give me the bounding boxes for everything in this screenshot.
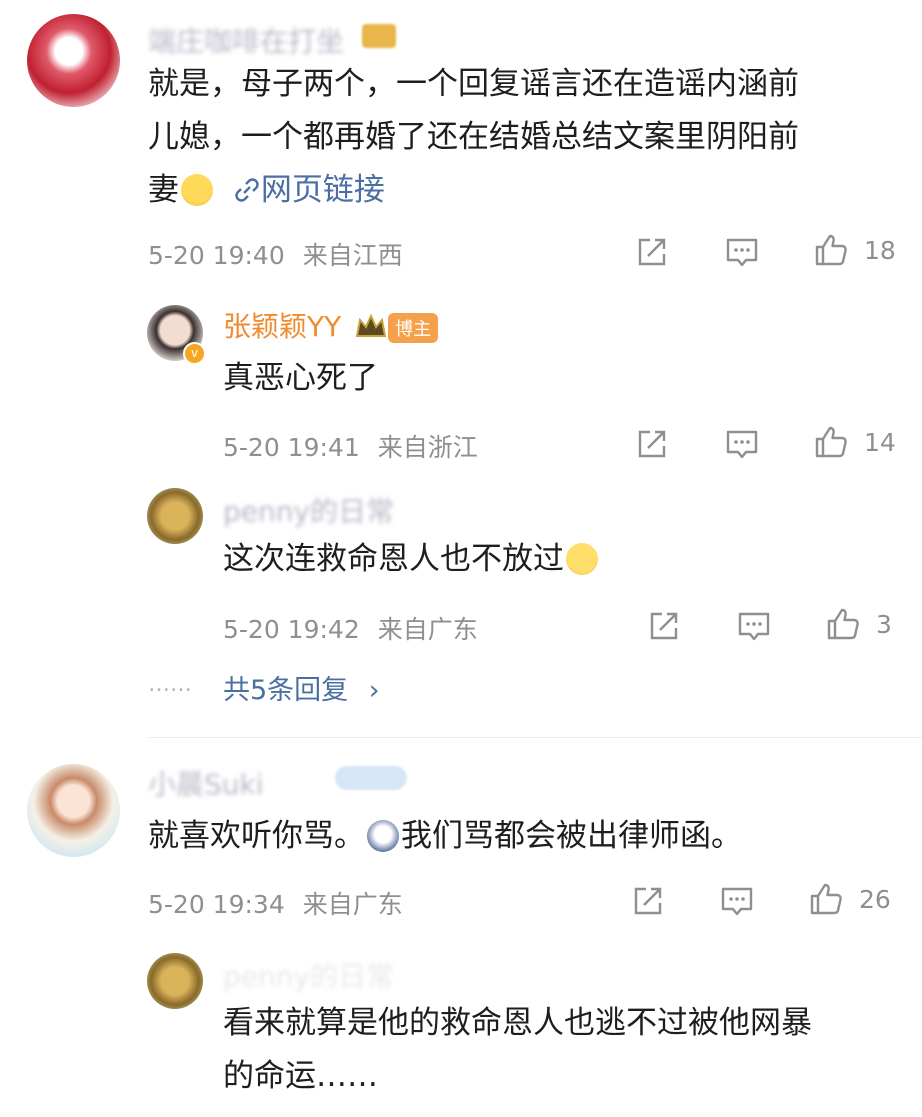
comment-text-line-last: 妻 网页链接 — [148, 164, 888, 217]
chevron-right-icon: › — [368, 675, 380, 706]
comment-text-line: 的命运…… — [223, 1058, 378, 1094]
comment-icon[interactable] — [736, 608, 772, 644]
thumbs-up-icon[interactable] — [825, 606, 861, 642]
web-link[interactable]: 网页链接 — [225, 172, 385, 208]
grinning-emoji-icon — [566, 543, 598, 575]
share-icon[interactable] — [630, 883, 666, 919]
share-icon[interactable] — [646, 608, 682, 644]
comment-text-fragment: 这次连救命恩人也不放过 — [223, 541, 564, 577]
more-replies-dots: …… — [148, 672, 192, 697]
location: 来自广东 — [377, 615, 478, 644]
divider — [148, 737, 922, 738]
like-count: 3 — [876, 610, 892, 639]
comment-text-fragment: 就喜欢听你骂。 — [148, 818, 365, 854]
web-link-label[interactable]: 网页链接 — [261, 172, 385, 208]
link-icon — [235, 178, 259, 202]
thumbs-up-icon[interactable] — [813, 232, 849, 268]
more-replies-label[interactable]: 共5条回复 — [223, 675, 348, 706]
comment-text-fragment: 妻 — [148, 172, 179, 208]
crown-icon — [355, 313, 387, 337]
comment-text-line: 儿媳，一个都再婚了还在结婚总结文案里阴阳前 — [148, 119, 799, 155]
comment-icon[interactable] — [719, 883, 755, 919]
comment-text-fragment: 我们骂都会被出律师函。 — [401, 818, 742, 854]
timestamp: 5-20 19:40 — [148, 241, 285, 270]
comment-text: 就喜欢听你骂。 我们骂都会被出律师函。 — [148, 810, 742, 863]
avatar[interactable] — [27, 14, 120, 107]
avatar[interactable] — [147, 953, 203, 1009]
thumbs-up-icon[interactable] — [813, 424, 849, 460]
comment-text-line: 看来就算是他的救命恩人也逃不过被他网暴 — [223, 1005, 812, 1041]
share-icon[interactable] — [634, 426, 670, 462]
avatar[interactable] — [147, 488, 203, 544]
like-count: 14 — [864, 428, 896, 457]
status-badge: 博主 — [388, 313, 439, 343]
comment-text: 真恶心死了 — [223, 360, 378, 396]
location: 来自广东 — [302, 890, 403, 919]
crown-icon — [362, 24, 396, 48]
comment-meta: 5-20 19:34 来自广东 — [148, 885, 403, 921]
location: 来自江西 — [302, 241, 403, 270]
like-count: 26 — [859, 885, 891, 914]
like-count: 18 — [864, 236, 896, 265]
scared-emoji-icon — [367, 820, 399, 852]
avatar[interactable] — [27, 764, 120, 857]
comment-text: 就是，母子两个，一个回复谣言还在造谣内涵前 儿媳，一个都再婚了还在结婚总结文案里… — [148, 58, 888, 217]
comment-meta: 5-20 19:42 来自广东 — [223, 610, 478, 646]
comment-text-line: 就是，母子两个，一个回复谣言还在造谣内涵前 — [148, 66, 799, 102]
thumbs-up-icon[interactable] — [808, 881, 844, 917]
more-replies-link[interactable]: 共5条回复 › — [223, 668, 380, 707]
username[interactable]: penny的日常 — [223, 955, 394, 995]
comment-text: 看来就算是他的救命恩人也逃不过被他网暴 的命运…… — [223, 997, 903, 1103]
crying-emoji-icon — [181, 174, 213, 206]
username-text[interactable]: 张颖颖YY — [223, 310, 341, 343]
comment-meta: 5-20 19:40 来自江西 — [148, 236, 403, 272]
username[interactable]: penny的日常 — [223, 490, 394, 530]
timestamp: 5-20 19:34 — [148, 890, 285, 919]
username[interactable]: 小晨Suki — [148, 763, 264, 803]
timestamp: 5-20 19:41 — [223, 433, 360, 462]
username[interactable]: 端庄咖啡在打坐 — [148, 20, 344, 60]
share-icon[interactable] — [634, 234, 670, 270]
comment-icon[interactable] — [724, 426, 760, 462]
comment-meta: 5-20 19:41 来自浙江 — [223, 428, 478, 464]
comment-text: 这次连救命恩人也不放过 — [223, 533, 600, 586]
username[interactable]: 张颖颖YY 博主 — [223, 305, 439, 345]
comment-icon[interactable] — [724, 234, 760, 270]
member-badge-icon — [335, 766, 407, 790]
verified-badge-icon: v — [183, 342, 206, 365]
location: 来自浙江 — [377, 433, 478, 462]
timestamp: 5-20 19:42 — [223, 615, 360, 644]
